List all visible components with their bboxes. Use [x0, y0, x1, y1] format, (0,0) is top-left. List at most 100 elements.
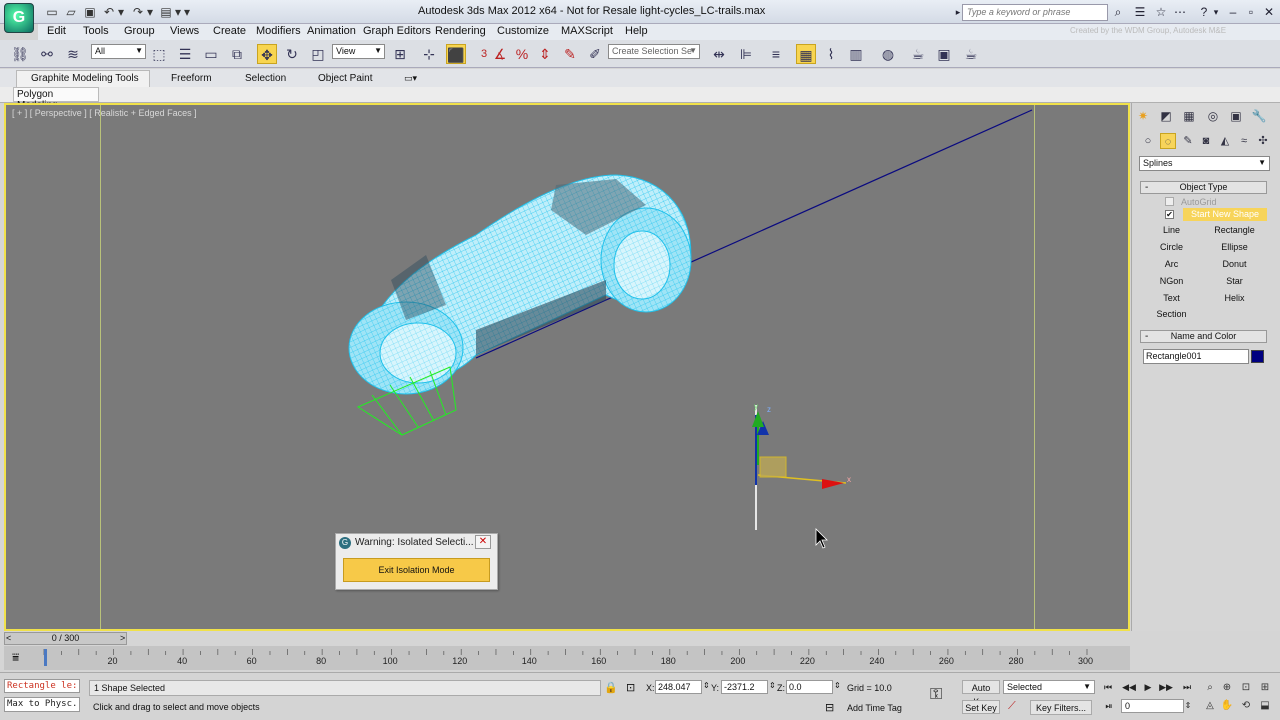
bind-space-warp-icon[interactable]: ≋ [63, 44, 83, 64]
curve-editor-mini-icon[interactable]: ⩸ [12, 650, 19, 665]
graphite-toggle-icon[interactable]: ▦ [796, 44, 816, 64]
absolute-mode-icon[interactable]: ⊡ [626, 681, 635, 694]
undo-icon[interactable]: ↶ [101, 4, 117, 20]
minimize-icon[interactable]: – [1225, 4, 1241, 20]
new-file-icon[interactable]: ▭ [44, 4, 60, 20]
percent-snap-icon[interactable]: % [512, 44, 532, 64]
dialog-close-icon[interactable]: ✕ [475, 535, 491, 549]
section-button[interactable]: Section [1145, 307, 1198, 321]
curve-editor-icon[interactable]: ⌇ [821, 44, 841, 64]
pivot-center-icon[interactable]: ⊞ [390, 44, 410, 64]
polygon-modeling-button[interactable]: Polygon Modeling [13, 87, 99, 111]
zoom-extents-all-icon[interactable]: ⊞ [1258, 681, 1272, 695]
display-tab-icon[interactable]: ▣ [1227, 107, 1245, 125]
render-production-icon[interactable]: ☕ [961, 44, 981, 64]
track-bar-time-marker[interactable] [44, 649, 47, 666]
menu-graph-editors[interactable]: Graph Editors [363, 25, 431, 37]
star-button[interactable]: Star [1208, 274, 1261, 288]
edit-named-sets-icon[interactable]: ✐ [585, 44, 605, 64]
redo-icon[interactable]: ↷ [130, 4, 146, 20]
shape-category-dropdown[interactable]: Splines ▼ [1139, 156, 1270, 171]
close-icon[interactable]: ✕ [1261, 4, 1277, 20]
modify-tab-icon[interactable]: ◩ [1157, 107, 1175, 125]
manipulate-icon[interactable]: ⊹ [419, 44, 439, 64]
undo-dropdown-icon[interactable]: ▾ [116, 4, 126, 20]
rect-selection-icon[interactable]: ▭ [201, 44, 221, 64]
autogrid-checkbox[interactable] [1165, 197, 1174, 206]
schematic-view-icon[interactable]: ▥ [846, 44, 866, 64]
y-coord-field[interactable]: -2371.2 [721, 680, 768, 694]
spinner-snap-icon[interactable]: ⇕ [535, 44, 555, 64]
select-object-icon[interactable]: ⬚ [149, 44, 169, 64]
light-cycle-mesh[interactable] [348, 174, 692, 395]
selection-set-dropdown[interactable]: Selected ▼ [1003, 680, 1095, 694]
tab-freeform[interactable]: Freeform [171, 73, 212, 84]
go-to-start-icon[interactable]: ⏮ [1100, 680, 1116, 694]
play-icon[interactable]: ▶ [1140, 680, 1156, 694]
start-new-shape-checkbox[interactable]: ✔ [1165, 210, 1174, 219]
named-selection-input[interactable]: Create Selection Se ▼ [608, 44, 700, 59]
x-spinner-icon[interactable]: ⇕ [703, 681, 710, 690]
search-input[interactable]: Type a keyword or phrase [962, 4, 1108, 21]
pan-icon[interactable]: ✋ [1220, 699, 1234, 713]
auto-key-button[interactable]: Auto Key [962, 680, 1000, 707]
helix-button[interactable]: Helix [1208, 291, 1261, 305]
y-spinner-icon[interactable]: ⇕ [769, 681, 776, 690]
maximize-icon[interactable]: ▫ [1243, 4, 1259, 20]
project-folder-icon[interactable]: ▤ [158, 4, 174, 20]
save-icon[interactable]: ▣ [82, 4, 98, 20]
open-file-icon[interactable]: ▱ [63, 4, 79, 20]
text-button[interactable]: Text [1145, 291, 1198, 305]
helpers-icon[interactable]: ◭ [1217, 133, 1233, 149]
systems-icon[interactable]: ✣ [1255, 133, 1271, 149]
layer-manager-icon[interactable]: ≡ [766, 44, 786, 64]
shapes-icon[interactable]: ◌ [1160, 133, 1176, 149]
geometry-icon[interactable]: ○ [1140, 133, 1156, 149]
menu-edit[interactable]: Edit [47, 25, 66, 37]
window-crossing-icon[interactable]: ⧉ [227, 44, 247, 64]
line-button[interactable]: Line [1145, 223, 1198, 237]
name-and-color-rollout[interactable]: - Name and Color [1140, 330, 1267, 343]
menu-animation[interactable]: Animation [307, 25, 356, 37]
z-coord-field[interactable]: 0.0 [786, 680, 833, 694]
select-rotate-icon[interactable]: ↻ [282, 44, 302, 64]
menu-modifiers[interactable]: Modifiers [256, 25, 301, 37]
menu-group[interactable]: Group [124, 25, 155, 37]
comm-center-icon[interactable]: ☰ [1132, 4, 1148, 20]
render-setup-icon[interactable]: ☕ [908, 44, 928, 64]
select-move-icon[interactable]: ✥ [257, 44, 277, 64]
select-scale-icon[interactable]: ◰ [308, 44, 328, 64]
star-icon[interactable]: ☆ [1153, 4, 1169, 20]
zoom-icon[interactable]: ⌕ [1203, 681, 1217, 695]
ribbon-options-icon[interactable]: ▭▾ [404, 73, 417, 84]
angle-snap-icon[interactable]: ∡ [490, 44, 510, 64]
start-new-shape-button[interactable]: Start New Shape [1183, 208, 1267, 221]
binoculars-icon[interactable]: ⌕ [1110, 4, 1126, 20]
go-to-end-icon[interactable]: ⏭ [1179, 680, 1195, 694]
move-gizmo[interactable]: z y x [752, 402, 851, 530]
ref-coord-dropdown[interactable]: View ▼ [332, 44, 385, 59]
tab-object-paint[interactable]: Object Paint [318, 73, 372, 84]
cameras-icon[interactable]: ◙ [1198, 133, 1214, 149]
selection-filter-dropdown[interactable]: All ▼ [91, 44, 146, 59]
object-type-rollout[interactable]: - Object Type [1140, 181, 1267, 194]
lights-icon[interactable]: ✎ [1180, 133, 1196, 149]
frame-spinner-icon[interactable]: ⇕ [1184, 699, 1192, 713]
maxscript-listener-output[interactable]: Rectangle le: [4, 679, 80, 693]
fov-icon[interactable]: ◬ [1203, 699, 1217, 713]
unlink-icon[interactable]: ⚯ [37, 44, 57, 64]
rectangle-button[interactable]: Rectangle [1208, 223, 1261, 237]
perspective-viewport[interactable]: [ + ] [ Perspective ] [ Realistic + Edge… [4, 103, 1130, 631]
hierarchy-tab-icon[interactable]: ▦ [1180, 107, 1198, 125]
align-icon[interactable]: ⊫ [736, 44, 756, 64]
circle-button[interactable]: Circle [1145, 240, 1198, 254]
help-dropdown-icon[interactable]: ▾ [1211, 4, 1221, 20]
key-mode-toggle-icon[interactable]: ⏯ [1101, 699, 1117, 713]
info-icon[interactable]: ⋯ [1172, 4, 1188, 20]
menu-help[interactable]: Help [625, 25, 648, 37]
add-time-tag-button[interactable]: Add Time Tag [847, 703, 902, 713]
ngon-button[interactable]: NGon [1145, 274, 1198, 288]
lock-selection-icon[interactable]: 🔒 [604, 681, 618, 694]
set-key-icon[interactable]: ⚿ [930, 686, 942, 704]
rendered-frame-window-icon[interactable]: ▣ [934, 44, 954, 64]
